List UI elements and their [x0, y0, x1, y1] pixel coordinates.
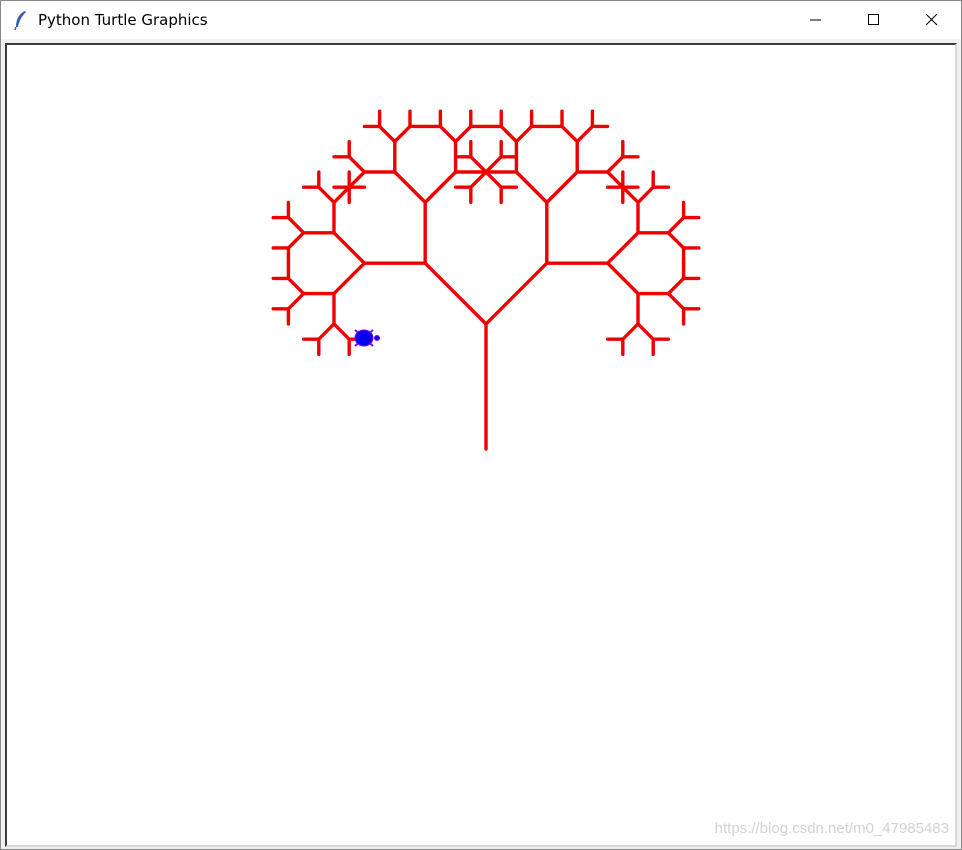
tree-branch — [286, 215, 306, 235]
tree-branch — [560, 124, 579, 144]
tree-branch — [317, 322, 336, 341]
tree-branch — [332, 322, 351, 341]
tree-branch — [484, 170, 503, 189]
window-title: Python Turtle Graphics — [38, 11, 208, 29]
minimize-icon — [810, 19, 821, 21]
tree-branch — [438, 124, 458, 144]
tree-branch — [332, 261, 367, 296]
title-bar[interactable]: Python Turtle Graphics — [1, 1, 961, 39]
tree-branch — [469, 170, 488, 189]
tree-drawing — [271, 109, 701, 451]
tree-branch — [605, 170, 625, 189]
maximize-icon — [868, 14, 879, 25]
tree-branch — [393, 124, 412, 144]
tree-branch — [514, 170, 549, 205]
turtle-canvas[interactable]: https://blog.csdn.net/m0_47985483 — [5, 43, 957, 847]
minimize-button[interactable] — [787, 1, 845, 39]
tree-branch — [621, 322, 640, 341]
tree-branch — [469, 155, 488, 174]
tree-branch — [621, 185, 640, 205]
tree-branch — [347, 170, 367, 189]
tree-branch — [636, 185, 655, 205]
tree-branch — [636, 322, 655, 341]
tree-branch — [286, 291, 306, 311]
tree-branch — [605, 155, 625, 174]
tree-branch — [423, 170, 458, 205]
tree-branch — [453, 124, 473, 144]
close-icon — [926, 14, 938, 26]
close-button[interactable] — [903, 1, 961, 39]
turtle-cursor-icon — [354, 329, 380, 347]
tree-branch — [347, 155, 367, 174]
watermark-text: https://blog.csdn.net/m0_47985483 — [714, 820, 949, 837]
tree-branch — [332, 231, 367, 265]
tree-branch — [377, 124, 397, 144]
tree-branch — [666, 291, 686, 311]
tree-branch — [317, 185, 336, 205]
tree-branch — [605, 261, 640, 296]
tree-branch — [484, 155, 503, 174]
tree-branch — [666, 276, 686, 296]
tree-branch — [332, 185, 351, 205]
tree-branch — [286, 276, 306, 296]
window-controls — [787, 1, 961, 39]
tree-branch — [666, 215, 686, 235]
tree-branch — [545, 170, 579, 205]
maximize-button[interactable] — [845, 1, 903, 39]
tree-branch — [666, 231, 686, 250]
tree-branch — [484, 261, 549, 326]
tree-branch — [514, 124, 534, 144]
tree-branch — [575, 124, 595, 144]
tree-branch — [286, 231, 306, 250]
tree-branch — [499, 124, 519, 144]
tree-branch — [393, 170, 427, 205]
feather-icon — [14, 11, 26, 30]
tree-branch — [605, 231, 640, 265]
turtle-window: Python Turtle Graphics https://blog.csdn… — [0, 0, 962, 850]
tree-branch — [423, 261, 488, 326]
